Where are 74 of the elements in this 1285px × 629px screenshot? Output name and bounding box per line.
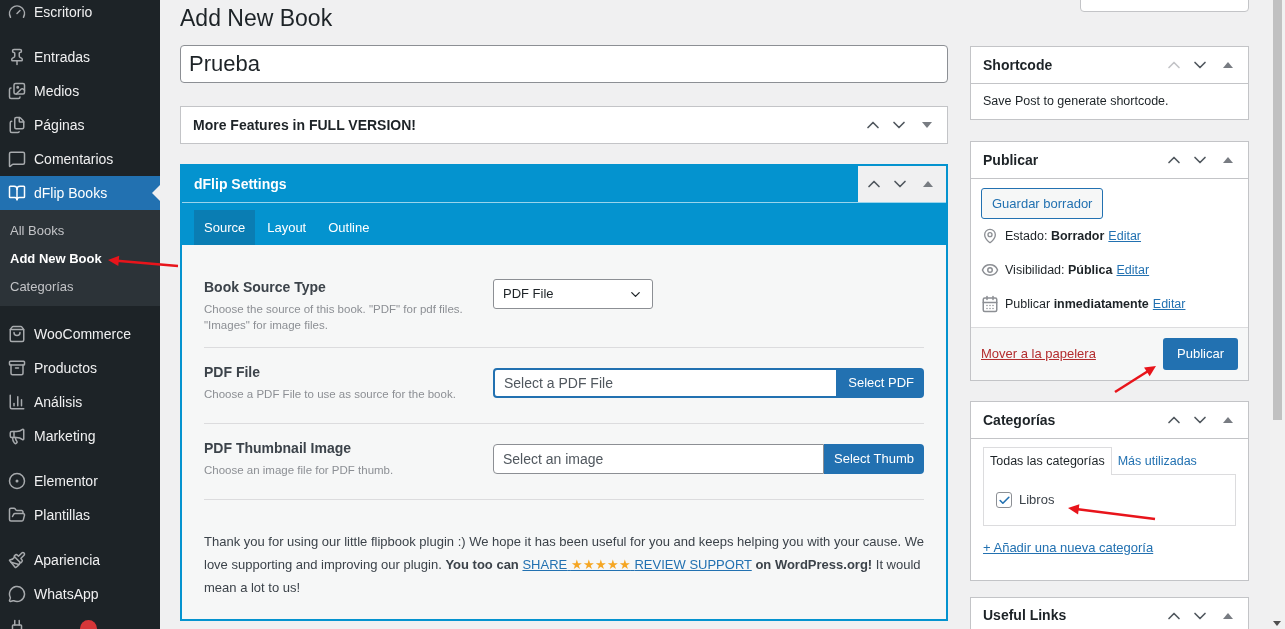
panel-title: Categorías [983, 410, 1056, 430]
menu-item[interactable]: Apariencia [0, 543, 160, 577]
submenu-item[interactable]: All Books [0, 217, 160, 245]
menu-item[interactable]: Marketing [0, 419, 160, 453]
panel-title: More Features in FULL VERSION! [193, 115, 416, 135]
publish-button[interactable]: Publicar [1163, 338, 1238, 370]
panel-title: Shortcode [983, 55, 1053, 75]
select-file-button[interactable]: Select PDF [838, 368, 924, 398]
pin-icon [982, 228, 998, 244]
publish-setting: Estado: Borrador [1005, 227, 1105, 245]
settings-tab[interactable]: Source [194, 210, 256, 245]
megaphone-icon [8, 427, 26, 445]
edit-link[interactable]: Editar [1108, 226, 1141, 246]
field-label: Book Source Type [204, 278, 327, 297]
panel-title: dFlip Settings [193, 174, 288, 194]
eye-icon [981, 261, 999, 279]
panel-title: Publicar [983, 150, 1039, 170]
select-file-button[interactable]: Select Thumb [824, 444, 924, 474]
shopping-bag-icon [8, 325, 26, 343]
field-label: PDF Thumbnail Image [204, 439, 352, 458]
trash-link[interactable]: Mover a la papelera [981, 344, 1096, 364]
circle-icon [8, 472, 26, 490]
edit-link[interactable]: Editar [1152, 294, 1186, 314]
category-tab[interactable]: Todas las categorías [983, 447, 1112, 475]
checkbox[interactable] [996, 492, 1012, 508]
page-title: Add New Book [180, 4, 334, 33]
pages-icon [8, 116, 26, 134]
submenu-item[interactable]: Add New Book [0, 245, 160, 273]
pointer-icon [152, 185, 160, 201]
file-field[interactable]: Select a PDF File [493, 368, 839, 398]
menu-item[interactable]: Escritorio [0, 0, 160, 29]
menu-item[interactable]: Comentarios [0, 142, 160, 176]
menu-item[interactable]: Análisis [0, 385, 160, 419]
review-link[interactable]: SHARE ★★★★★ REVIEW SUPPORT [522, 557, 752, 572]
title-field[interactable]: Prueba [180, 45, 948, 83]
arrow-annotation [108, 255, 179, 268]
folder-icon [8, 506, 26, 524]
menu-item[interactable]: Medios [0, 74, 160, 108]
calendar-icon [981, 295, 999, 313]
thank-you-note: Thank you for using our little flipbook plugin :) We hope it has been useful for you and keeps helping you with your cause. We love supporting and improving our plugin. You too can SHARE ★★★★★ REVIEW SUPPORT on WordPress.org! It would mean a lot to us! [204, 533, 924, 597]
submenu-item[interactable]: Categorías [0, 273, 160, 301]
speech-bubble-icon [8, 150, 26, 168]
field-description: Choose the source of this book. "PDF" for pdf files. "Images" for image files. [204, 302, 464, 333]
book-icon [8, 184, 26, 202]
field-description: Choose an image file for PDF thumb. [204, 463, 395, 478]
archive-box-icon [8, 359, 26, 377]
arrow-annotation [1114, 366, 1156, 394]
category-tab[interactable]: Más utilizadas [1111, 447, 1203, 475]
publish-setting: Visibilidad: Pública [1005, 261, 1113, 279]
menu-item[interactable]: Entradas [0, 40, 160, 74]
field-description: Choose a PDF File to use as source for the book. [204, 387, 457, 402]
field-label: PDF File [204, 363, 261, 382]
menu-item[interactable]: Elementor [0, 464, 160, 498]
paintbrush-icon [8, 551, 26, 569]
menu-item[interactable]: Páginas [0, 108, 160, 142]
gauge-icon [8, 3, 26, 21]
media-icon [8, 82, 26, 100]
shortcode-hint: Save Post to generate shortcode. [982, 93, 1170, 110]
menu-item[interactable]: Productos [0, 351, 160, 385]
panel-title: Useful Links [983, 606, 1067, 625]
menu-item[interactable]: WhatsApp [0, 577, 160, 611]
menu-item[interactable]: WooCommerce [0, 317, 160, 351]
publish-setting: Publicar inmediatamente [1005, 295, 1149, 313]
menu-item[interactable]: dFlip Books [0, 176, 160, 210]
pushpin-icon [8, 48, 26, 66]
edit-link[interactable]: Editar [1116, 260, 1150, 280]
source-type-select[interactable]: PDF File [493, 279, 653, 309]
add-category-link[interactable]: + Añadir una nueva categoría [983, 538, 1236, 558]
save-draft-button[interactable]: Guardar borrador [981, 188, 1104, 219]
category-label: Libros [1019, 491, 1055, 510]
file-field[interactable]: Select an image [493, 444, 825, 474]
menu-item[interactable]: Plantillas [0, 498, 160, 532]
chat-bubble-icon [8, 585, 26, 603]
bar-chart-icon [8, 393, 26, 411]
